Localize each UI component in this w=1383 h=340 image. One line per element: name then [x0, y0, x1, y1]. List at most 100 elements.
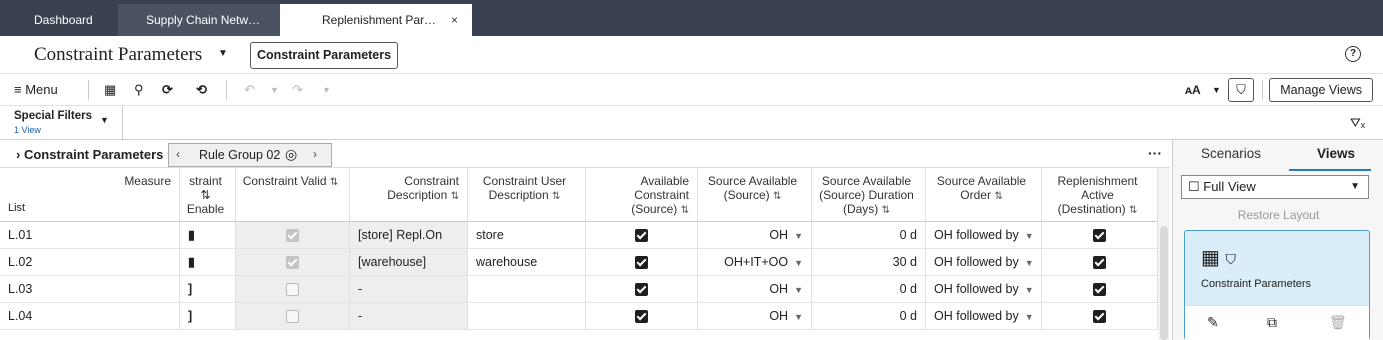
special-filters-label[interactable]: Special Filters [14, 110, 92, 122]
order-cell[interactable]: OH followed by ▼ [926, 303, 1042, 330]
available-constraint-checkbox[interactable] [635, 310, 648, 324]
chevron-down-icon[interactable]: ▼ [322, 81, 331, 99]
available-constraint-checkbox[interactable] [635, 229, 648, 243]
header-order[interactable]: Source Available Order ⇅ [926, 168, 1042, 222]
refresh-icon[interactable]: ⟳ [162, 81, 173, 99]
replenishment-active-cell[interactable] [1042, 276, 1158, 303]
user-description-cell[interactable]: store [468, 222, 586, 249]
sort-icon[interactable]: ⇅ [994, 191, 1002, 202]
sort-icon[interactable]: ⇅ [681, 205, 689, 216]
chevron-down-icon[interactable]: ▼ [1025, 231, 1034, 241]
order-cell[interactable]: OH followed by ▼ [926, 276, 1042, 303]
available-constraint-cell[interactable] [586, 276, 698, 303]
source-available-cell[interactable]: OH ▼ [698, 276, 812, 303]
chevron-left-icon[interactable]: ‹ [176, 147, 180, 161]
constraint-valid-checkbox[interactable] [286, 229, 299, 243]
available-constraint-checkbox[interactable] [635, 256, 648, 270]
header-enable[interactable]: straint ⇅ Enable [180, 168, 236, 222]
replenishment-active-checkbox[interactable] [1093, 310, 1106, 324]
help-icon[interactable]: ? [1345, 46, 1361, 62]
view-card[interactable]: ▦ ⛉ Constraint Parameters ✎ ⧉ 🗑 [1184, 230, 1370, 340]
sync-icon[interactable]: ⟲ [196, 81, 207, 99]
search-icon[interactable]: ⚲ [134, 81, 144, 99]
chevron-down-icon[interactable]: ▼ [794, 258, 803, 268]
duration-cell[interactable]: 0 d [812, 303, 926, 330]
header-constraint-valid[interactable]: Constraint Valid ⇅ [236, 168, 350, 222]
scrollbar-thumb[interactable] [1160, 226, 1168, 340]
close-icon[interactable]: × [451, 4, 458, 36]
redo-icon[interactable]: ↷ [292, 81, 303, 99]
replenishment-active-checkbox[interactable] [1093, 256, 1106, 270]
menu-button[interactable]: ≡ Menu [14, 81, 58, 99]
rule-group-selector[interactable]: ‹ Rule Group 02 ◎ › [168, 143, 332, 167]
chevron-down-icon[interactable]: ▼ [1025, 285, 1034, 295]
tab-dashboard[interactable]: Dashboard [0, 4, 118, 36]
replenishment-active-cell[interactable] [1042, 249, 1158, 276]
replenishment-active-checkbox[interactable] [1093, 229, 1106, 243]
order-cell[interactable]: OH followed by ▼ [926, 222, 1042, 249]
enable-cell[interactable]: ▮ [180, 222, 236, 249]
copy-icon[interactable]: ⧉ [1267, 314, 1277, 331]
available-constraint-cell[interactable] [586, 222, 698, 249]
header-available-constraint[interactable]: Available Constraint (Source) ⇅ [586, 168, 698, 222]
clear-filter-icon[interactable]: ⛛ₓ [1350, 115, 1365, 131]
manage-views-button[interactable]: Manage Views [1269, 78, 1373, 102]
enable-cell[interactable]: ] [180, 276, 236, 303]
sort-icon[interactable]: ⇅ [882, 205, 890, 216]
duration-cell[interactable]: 0 d [812, 276, 926, 303]
header-source-available[interactable]: Source Available (Source) ⇅ [698, 168, 812, 222]
chevron-down-icon[interactable]: ▼ [1025, 312, 1034, 322]
tab-supply-chain-network[interactable]: Supply Chain Netw… [118, 4, 280, 36]
available-constraint-cell[interactable] [586, 249, 698, 276]
source-available-cell[interactable]: OH ▼ [698, 303, 812, 330]
header-replenishment-active[interactable]: Replenishment Active (Destination) ⇅ [1042, 168, 1158, 222]
constraint-valid-checkbox[interactable] [286, 283, 299, 297]
text-size-button[interactable]: ᴀA [1185, 81, 1201, 99]
enable-cell[interactable]: ▮ [180, 249, 236, 276]
delete-icon[interactable]: 🗑 [1329, 314, 1347, 331]
chevron-down-icon[interactable]: ▼ [1025, 258, 1034, 268]
vertical-scrollbar[interactable] [1158, 168, 1170, 340]
chevron-right-icon[interactable]: › [16, 147, 20, 162]
source-available-cell[interactable]: OH ▼ [698, 222, 812, 249]
chevron-down-icon[interactable]: ▼ [794, 231, 803, 241]
tab-replenishment-parameters[interactable]: Replenishment Par… × [280, 4, 472, 36]
replenishment-active-cell[interactable] [1042, 222, 1158, 249]
header-duration[interactable]: Source Available (Source) Duration (Days… [812, 168, 926, 222]
chevron-down-icon[interactable]: ▼ [270, 81, 279, 99]
more-options-icon[interactable]: ··· [1148, 145, 1162, 161]
restore-layout-button[interactable]: Restore Layout [1173, 208, 1383, 222]
chevron-down-icon[interactable]: ▼ [794, 285, 803, 295]
filter-icon[interactable]: ⛉ [1228, 78, 1254, 102]
header-user-description[interactable]: Constraint User Description ⇅ [468, 168, 586, 222]
undo-icon[interactable]: ↶ [244, 81, 255, 99]
enable-cell[interactable]: ] [180, 303, 236, 330]
header-description[interactable]: Constraint Description ⇅ [350, 168, 468, 222]
duration-cell[interactable]: 30 d [812, 249, 926, 276]
user-description-cell[interactable] [468, 276, 586, 303]
tab-scenarios[interactable]: Scenarios [1201, 146, 1261, 161]
target-icon[interactable]: ◎ [285, 146, 297, 163]
constraint-valid-checkbox[interactable] [286, 310, 299, 324]
chevron-down-icon[interactable]: ▼ [1212, 81, 1221, 99]
order-cell[interactable]: OH followed by ▼ [926, 249, 1042, 276]
view-select[interactable]: ☐ Full View ▼ [1181, 175, 1369, 199]
tab-views[interactable]: Views [1317, 146, 1355, 161]
panel-title[interactable]: › Constraint Parameters [16, 147, 163, 162]
available-constraint-checkbox[interactable] [635, 283, 648, 297]
available-constraint-cell[interactable] [586, 303, 698, 330]
constraint-valid-checkbox[interactable] [286, 256, 299, 270]
sort-icon[interactable]: ⇅ [1129, 205, 1137, 216]
sort-icon[interactable]: ⇅ [330, 177, 338, 188]
chevron-down-icon[interactable]: ▼ [218, 48, 228, 59]
source-available-cell[interactable]: OH+IT+OO ▼ [698, 249, 812, 276]
chevron-down-icon[interactable]: ▼ [100, 115, 109, 125]
calculator-icon[interactable]: ▦ [104, 81, 116, 99]
replenishment-active-cell[interactable] [1042, 303, 1158, 330]
user-description-cell[interactable]: warehouse [468, 249, 586, 276]
chevron-down-icon[interactable]: ▼ [794, 312, 803, 322]
edit-icon[interactable]: ✎ [1207, 314, 1219, 331]
sort-icon[interactable]: ⇅ [552, 191, 560, 202]
user-description-cell[interactable] [468, 303, 586, 330]
duration-cell[interactable]: 0 d [812, 222, 926, 249]
